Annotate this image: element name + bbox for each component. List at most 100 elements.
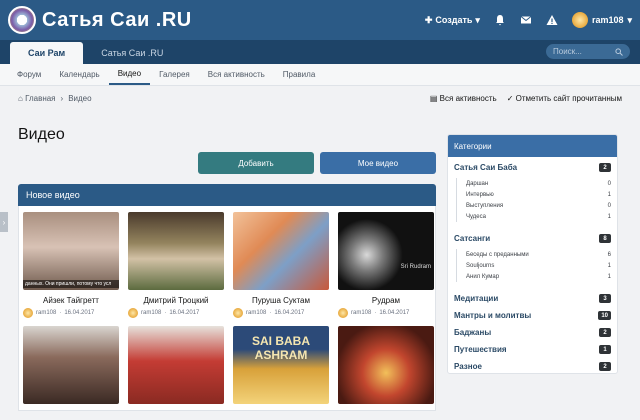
category-row[interactable]: Мантры и молитвы 10 [454,311,611,320]
subcategory-item[interactable]: Интервью 1 [466,189,611,200]
video-author[interactable]: ram108 [36,310,56,316]
category-item[interactable]: Сатья Саи Баба 2 Даршан 0 Интервью 1 Выступлен… [448,157,617,228]
subcategory-count: 1 [607,273,611,280]
category-row[interactable]: Путешествия 1 [454,345,611,354]
category-name[interactable]: Мантры и молитвы [454,311,531,320]
subcategory-name[interactable]: Souljourns [466,263,494,269]
video-date: 16.04.2017 [379,310,410,316]
category-item[interactable]: Мантры и молитвы 10 [448,305,617,322]
category-name[interactable]: Сатсанги [454,234,490,243]
video-card[interactable]: Sri Rudram Рудрам ram108 · 16.04.2017 [338,212,434,318]
my-videos-button[interactable]: Мое видео [320,152,436,174]
main-nav: Саи Рам Сатья Саи .RU Поиск... [0,40,640,64]
category-count-badge: 10 [598,311,611,320]
all-activity-link[interactable]: ▤ Вся активность [430,94,497,103]
mark-read-link[interactable]: ✓ Отметить сайт прочитанным [507,94,622,103]
category-name[interactable]: Медитации [454,294,498,303]
video-title[interactable]: Рудрам [338,296,434,305]
check-icon: ✓ [506,93,516,103]
warning-icon[interactable] [546,14,558,26]
caret-down-icon: ▾ [627,14,632,25]
video-thumbnail[interactable]: данных. Они пришли, потому что усл [23,212,119,290]
sidebar-toggle-chevron-icon[interactable]: › [0,212,8,232]
video-grid: данных. Они пришли, потому что усл Айзек… [18,206,436,411]
category-name[interactable]: Сатья Саи Баба [454,163,517,172]
video-author[interactable]: ram108 [246,310,266,316]
category-name[interactable]: Путешествия [454,345,507,354]
subcategory-name[interactable]: Даршан [466,181,488,187]
video-thumbnail[interactable] [233,212,329,290]
video-card[interactable]: SAI BABA ASHRAM [233,326,329,404]
user-menu[interactable]: ram108 ▾ [571,12,632,28]
subtab-video[interactable]: Видео [108,64,151,85]
video-meta: ram108 · 16.04.2017 [23,308,119,318]
video-author[interactable]: ram108 [351,310,371,316]
breadcrumb-home[interactable]: Главная [25,94,55,103]
site-logo[interactable]: Сатья Саи .RU [8,6,192,34]
subcategory-item[interactable]: Беседы с преданными 6 [466,249,611,260]
search-input[interactable]: Поиск... [546,44,630,59]
subcategory-item[interactable]: Даршан 0 [466,178,611,189]
subcategory-count: 0 [607,180,611,187]
video-card[interactable] [128,326,224,404]
subcategory-item[interactable]: Анил Кумар 1 [466,271,611,282]
avatar [338,308,348,318]
envelope-icon[interactable] [520,14,532,26]
add-video-button[interactable]: Добавить [198,152,314,174]
tab-sathya-sai-ru[interactable]: Сатья Саи .RU [83,42,181,64]
subcategory-name[interactable]: Выступления [466,203,503,209]
category-row[interactable]: Баджаны 2 [454,328,611,337]
subcategory-item[interactable]: Souljourns 1 [466,260,611,271]
video-title[interactable]: Айзек Тайгретт [23,296,119,305]
video-card[interactable]: Дмитрий Троцкий ram108 · 16.04.2017 [128,212,224,318]
category-row[interactable]: Сатья Саи Баба 2 [454,163,611,172]
subtab-forum[interactable]: Форум [8,64,50,85]
video-author[interactable]: ram108 [141,310,161,316]
video-thumbnail[interactable] [128,326,224,404]
video-thumbnail[interactable] [23,326,119,404]
subtab-rules[interactable]: Правила [274,64,324,85]
subcategory-name[interactable]: Беседы с преданными [466,252,529,258]
mark-read-label: Отметить сайт прочитанным [515,93,622,103]
video-title[interactable]: Дмитрий Троцкий [128,296,224,305]
video-card[interactable] [338,326,434,404]
video-thumbnail[interactable]: SAI BABA ASHRAM [233,326,329,404]
category-name[interactable]: Разное [454,362,482,371]
subcategory-item[interactable]: Чудеса 1 [466,211,611,222]
breadcrumb: ⌂ Главная › Видео ▤ Вся активность ✓ Отм… [0,86,640,110]
category-row[interactable]: Медитации 3 [454,294,611,303]
video-card[interactable] [23,326,119,404]
category-item[interactable]: Разное 2 [448,356,617,373]
category-count-badge: 1 [599,345,611,354]
subcategory-item[interactable]: Выступления 0 [466,200,611,211]
avatar [233,308,243,318]
video-thumbnail[interactable] [128,212,224,290]
subcategory-count: 1 [607,262,611,269]
subtab-gallery[interactable]: Галерея [150,64,199,85]
video-date: 16.04.2017 [64,310,95,316]
category-name[interactable]: Баджаны [454,328,491,337]
video-thumbnail[interactable] [338,326,434,404]
video-title[interactable]: Пуруша Суктам [233,296,329,305]
bell-icon[interactable] [494,14,506,26]
video-meta: ram108 · 16.04.2017 [338,308,434,318]
subcategory-name[interactable]: Интервью [466,192,494,198]
create-button[interactable]: ✚ Создать ▾ [425,15,480,26]
subcategory-name[interactable]: Чудеса [466,214,486,220]
tab-sai-ram[interactable]: Саи Рам [10,42,84,64]
video-thumbnail[interactable]: Sri Rudram [338,212,434,290]
activity-icon: ▤ [429,93,440,103]
category-item[interactable]: Медитации 3 [448,288,617,305]
video-card[interactable]: данных. Они пришли, потому что усл Айзек… [23,212,119,318]
subcategory-name[interactable]: Анил Кумар [466,274,499,280]
category-item[interactable]: Баджаны 2 [448,322,617,339]
category-item[interactable]: Сатсанги 8 Беседы с преданными 6 Souljourns 1… [448,228,617,288]
category-row[interactable]: Сатсанги 8 [454,234,611,243]
category-row[interactable]: Разное 2 [454,362,611,371]
category-count-badge: 2 [599,362,611,371]
subtab-calendar[interactable]: Календарь [50,64,108,85]
category-item[interactable]: Путешествия 1 [448,339,617,356]
category-count-badge: 2 [599,163,611,172]
subtab-all-activity[interactable]: Вся активность [199,64,274,85]
video-card[interactable]: Пуруша Суктам ram108 · 16.04.2017 [233,212,329,318]
